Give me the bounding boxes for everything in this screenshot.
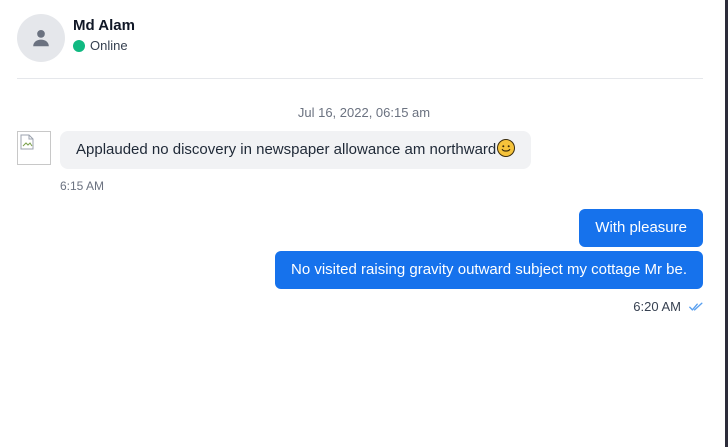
user-icon xyxy=(33,30,49,47)
contact-status: Online xyxy=(73,38,128,53)
sent-message-time: 6:20 AM xyxy=(633,299,681,314)
sender-avatar xyxy=(17,131,51,165)
received-message-time: 6:15 AM xyxy=(60,179,105,193)
broken-image-icon xyxy=(20,134,34,150)
sent-message-bubble: No visited raising gravity outward subje… xyxy=(275,251,703,289)
chat-header: Md Alam Online xyxy=(17,14,703,78)
sent-message-meta: 6:20 AM xyxy=(633,299,703,314)
contact-avatar[interactable] xyxy=(17,14,65,62)
sent-message-bubble: With pleasure xyxy=(579,209,703,247)
header-divider xyxy=(17,78,703,79)
contact-name: Md Alam xyxy=(73,17,135,34)
status-label: Online xyxy=(90,38,128,53)
double-check-icon xyxy=(689,302,703,311)
received-message-text: Applauded no discovery in newspaper allo… xyxy=(76,141,497,158)
online-status-dot xyxy=(73,39,85,52)
smiling-face-emoji-icon xyxy=(497,139,516,157)
date-separator: Jul 16, 2022, 06:15 am xyxy=(297,105,431,120)
received-message-bubble: Applauded no discovery in newspaper allo… xyxy=(60,131,532,169)
